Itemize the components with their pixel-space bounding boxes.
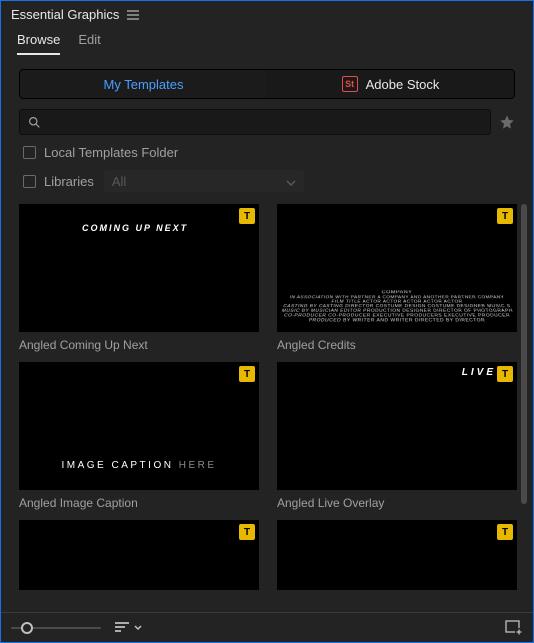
template-label: Angled Live Overlay [277,496,517,510]
libraries-label: Libraries [44,174,94,189]
source-adobe-stock[interactable]: St Adobe Stock [267,70,514,98]
scrollbar-thumb[interactable] [521,204,527,504]
template-card[interactable]: T [19,520,259,590]
thumbnail-size-slider[interactable] [11,621,101,635]
adobe-stock-icon: St [342,76,358,92]
sort-button[interactable] [115,622,142,634]
new-item-button[interactable] [505,620,523,636]
scrollbar[interactable] [521,204,527,612]
template-card[interactable]: T LIVE Angled Live Overlay [277,362,517,510]
template-thumbnail: T COMPANY IN ASSOCIATION WITH PARTNER A … [277,204,517,332]
favorites-filter-icon[interactable] [499,114,515,130]
template-label: Angled Coming Up Next [19,338,259,352]
template-thumbnail: T [277,520,517,590]
source-my-templates-label: My Templates [104,77,184,92]
libraries-select[interactable]: All [104,170,304,192]
panel-footer [1,612,533,642]
thumb-text: COMING UP NEXT [82,223,188,233]
template-card[interactable]: T COMPANY IN ASSOCIATION WITH PARTNER A … [277,204,517,352]
type-template-icon: T [497,208,513,224]
libraries-checkbox[interactable] [23,175,36,188]
template-thumbnail: T IMAGE CAPTION HERE [19,362,259,490]
essential-graphics-panel: Essential Graphics Browse Edit My Templa… [0,0,534,643]
type-template-icon: T [497,524,513,540]
hamburger-icon[interactable] [127,10,139,20]
templates-grid: T COMING UP NEXT Angled Coming Up Next T… [19,204,517,612]
template-thumbnail: T COMING UP NEXT [19,204,259,332]
source-my-templates[interactable]: My Templates [20,70,267,98]
template-thumbnail: T [19,520,259,590]
local-folder-label: Local Templates Folder [44,145,178,160]
type-template-icon: T [497,366,513,382]
source-toggle: My Templates St Adobe Stock [19,69,515,99]
template-thumbnail: T LIVE [277,362,517,490]
template-label: Angled Credits [277,338,517,352]
thumb-text: IMAGE CAPTION HERE [20,460,258,471]
search-input[interactable] [41,114,482,130]
template-card[interactable]: T [277,520,517,590]
template-label: Angled Image Caption [19,496,259,510]
template-card[interactable]: T IMAGE CAPTION HERE Angled Image Captio… [19,362,259,510]
tab-browse[interactable]: Browse [17,32,60,55]
panel-title: Essential Graphics [11,7,119,22]
chevron-down-icon [134,625,142,630]
template-card[interactable]: T COMING UP NEXT Angled Coming Up Next [19,204,259,352]
search-box[interactable] [19,109,491,135]
tab-edit[interactable]: Edit [78,32,100,55]
local-folder-checkbox[interactable] [23,146,36,159]
thumb-text: COMPANY IN ASSOCIATION WITH PARTNER A CO… [278,290,516,323]
sort-icon [115,622,131,634]
source-adobe-stock-label: Adobe Stock [366,77,440,92]
tab-strip: Browse Edit [1,22,533,55]
libraries-select-value: All [112,174,126,189]
type-template-icon: T [239,366,255,382]
chevron-down-icon [286,174,296,189]
search-icon [28,116,41,129]
type-template-icon: T [239,524,255,540]
thumb-text: LIVE [462,367,496,378]
type-template-icon: T [239,208,255,224]
